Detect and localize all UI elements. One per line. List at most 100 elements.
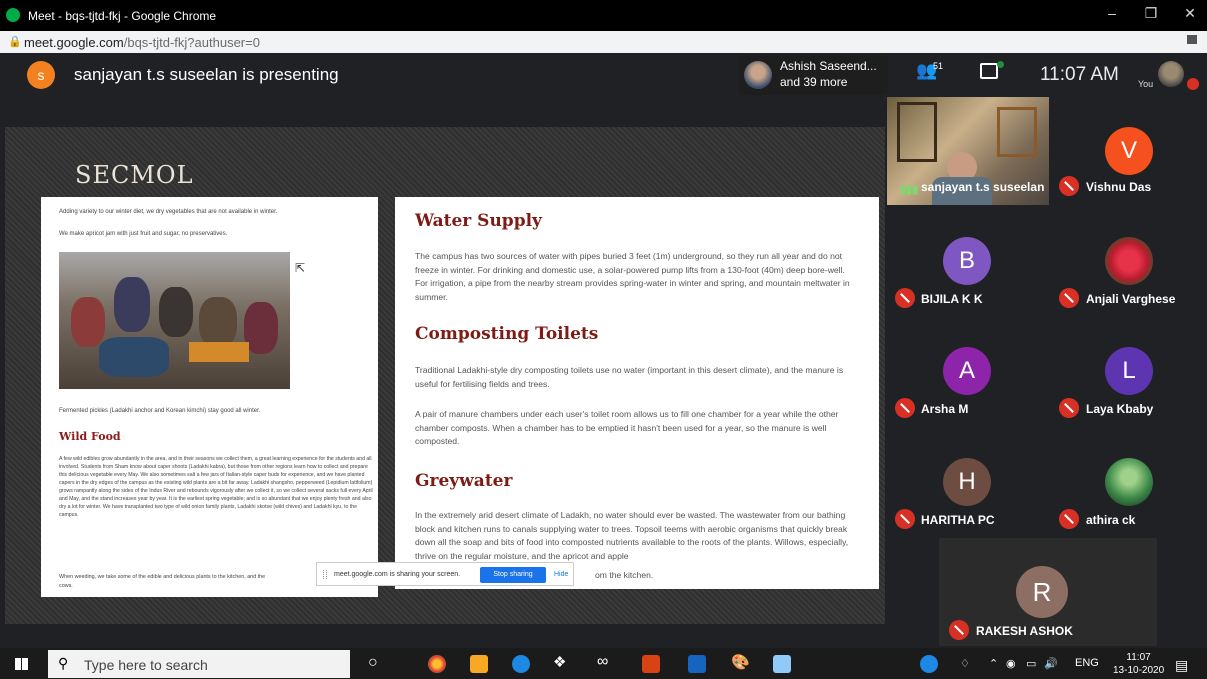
notification-icon[interactable]: ▤	[1175, 657, 1188, 674]
participant-name: Anjali Varghese	[1086, 292, 1176, 306]
network-icon[interactable]: ◉	[1006, 657, 1016, 670]
minimize-button[interactable]: –	[1097, 5, 1127, 25]
shared-screen: SECMOL Adding variety to our winter diet…	[5, 127, 885, 624]
remote-desktop-icon[interactable]	[773, 655, 791, 673]
water-supply-body: The campus has two sources of water with…	[415, 251, 850, 302]
edge-icon[interactable]	[512, 655, 530, 673]
participant-name: athira ck	[1086, 513, 1136, 527]
greywater-heading: Greywater	[415, 471, 513, 491]
left-line1: Adding variety to our winter diet, we dr…	[59, 209, 278, 215]
mic-off-icon	[895, 509, 915, 529]
search-placeholder: Type here to search	[84, 657, 208, 673]
participant-name: Arsha M	[921, 402, 969, 416]
composting-toilets-heading: Composting Toilets	[415, 324, 599, 344]
drag-handle-icon[interactable]	[323, 570, 327, 579]
people-count: 51	[933, 61, 944, 71]
windows-taskbar: ⚲ Type here to search ○ ❖ ∞ 🎨 ♢ ⌃ ◉ ▭ 🔊 …	[0, 648, 1207, 679]
meeting-clock: 11:07 AM	[1040, 64, 1119, 85]
photo-caption: Fermented pickles (Ladakhi anchor and Ko…	[59, 408, 261, 414]
weeding-end: cows.	[59, 583, 73, 589]
left-line2: We make apricot jam with just fruit and …	[59, 231, 228, 237]
mic-off-icon	[949, 620, 969, 640]
stop-sharing-button[interactable]: Stop sharing	[480, 567, 546, 583]
meet-top-bar: s sanjayan t.s suseelan is presenting As…	[0, 53, 1207, 97]
powerpoint-icon[interactable]	[642, 655, 660, 673]
battery-icon[interactable]: ▭	[1026, 657, 1036, 670]
water-supply-heading: Water Supply	[415, 211, 542, 231]
participant-avatar: V	[1105, 127, 1153, 175]
hide-button[interactable]: Hide	[554, 571, 568, 578]
windows-start-icon[interactable]	[15, 658, 28, 670]
greywater-body-end: om the kitchen.	[595, 570, 654, 580]
url-text[interactable]: meet.google.com/bqs-tjtd-fkj?authuser=0	[24, 35, 260, 50]
paint-icon[interactable]: 🎨	[731, 653, 750, 671]
joined-avatar	[744, 61, 772, 89]
mic-off-icon	[1187, 78, 1199, 90]
cortana-icon[interactable]: ○	[368, 654, 378, 672]
participant-avatar: H	[943, 458, 991, 506]
help-icon[interactable]	[920, 655, 938, 673]
mic-off-icon	[895, 398, 915, 418]
mic-off-icon	[1059, 288, 1079, 308]
chat-icon[interactable]	[980, 63, 998, 79]
composting-toilets-body2: A pair of manure chambers under each use…	[415, 409, 839, 446]
meet-app-icon	[6, 8, 20, 22]
participant-avatar: R	[1016, 566, 1068, 618]
taskbar-time: 11:07	[1126, 652, 1151, 663]
camera-icon[interactable]	[1187, 35, 1197, 44]
chrome-icon[interactable]	[428, 655, 446, 673]
participant-photo-rose	[1105, 237, 1153, 285]
language-indicator[interactable]: ENG	[1075, 657, 1099, 669]
slide-brand: SECMOL	[75, 161, 194, 189]
search-icon: ⚲	[58, 655, 69, 671]
mic-off-icon	[895, 288, 915, 308]
window-title: Meet - bqs-tjtd-fkj - Google Chrome	[28, 9, 217, 23]
url-host: meet.google.com	[24, 35, 124, 50]
participant-name: RAKESH ASHOK	[976, 624, 1073, 638]
weeding-line: When weeding, we take some of the edible…	[59, 574, 266, 580]
people-tray-icon[interactable]: ♢	[960, 657, 970, 670]
close-button[interactable]: ✕	[1175, 5, 1205, 25]
dropbox-icon[interactable]: ❖	[553, 653, 566, 671]
participant-photo-nature	[1105, 458, 1153, 506]
participant-name: HARITHA PC	[921, 513, 995, 527]
share-message: meet.google.com is sharing your screen.	[334, 571, 461, 578]
joined-more: and 39 more	[780, 75, 848, 89]
participant-name: sanjayan t.s suseelan	[921, 180, 1045, 194]
you-avatar[interactable]	[1158, 61, 1184, 87]
infinity-app-icon[interactable]: ∞	[597, 653, 608, 671]
left-page: Adding variety to our winter diet, we dr…	[41, 197, 378, 597]
audio-level-icon: ▮▮▮	[900, 184, 919, 196]
you-label: You	[1138, 79, 1154, 89]
presenter-avatar: s	[27, 61, 55, 89]
presenting-label: sanjayan t.s suseelan is presenting	[74, 65, 339, 84]
participant-name: BIJILA K K	[921, 292, 983, 306]
volume-icon[interactable]: 🔊	[1044, 657, 1058, 670]
url-path: /bqs-tjtd-fkj?authuser=0	[123, 35, 260, 50]
greywater-body: In the extremely arid desert climate of …	[415, 510, 849, 561]
mic-off-icon	[1059, 398, 1079, 418]
chat-notification-dot	[997, 61, 1004, 68]
pickles-photo	[59, 252, 290, 389]
word-icon[interactable]	[688, 655, 706, 673]
mic-off-icon	[1059, 176, 1079, 196]
screen-share-bar: meet.google.com is sharing your screen. …	[316, 562, 574, 586]
taskbar-search[interactable]: ⚲ Type here to search	[48, 650, 350, 678]
taskbar-clock[interactable]: 11:07 13-10-2020	[1113, 651, 1164, 677]
lock-icon: 🔒	[8, 36, 22, 48]
file-explorer-icon[interactable]	[470, 655, 488, 673]
joined-name: Ashish Saseend...	[780, 59, 877, 73]
mic-off-icon	[1059, 509, 1079, 529]
address-bar[interactable]: 🔒 meet.google.com/bqs-tjtd-fkj?authuser=…	[0, 31, 1207, 53]
joined-notification[interactable]: Ashish Saseend... and 39 more	[738, 55, 888, 95]
restore-button[interactable]: ❐	[1136, 5, 1166, 25]
composting-toilets-body1: Traditional Ladakhi-style dry composting…	[415, 365, 844, 389]
participant-name: Vishnu Das	[1086, 180, 1152, 194]
wild-food-body: A few wild edibles grow abundantly in th…	[59, 456, 373, 518]
mouse-cursor-icon: ⇱	[295, 261, 306, 275]
right-page: Water Supply The campus has two sources …	[395, 197, 879, 589]
participant-name: Laya Kbaby	[1086, 402, 1154, 416]
wild-food-heading: Wild Food	[59, 430, 121, 443]
show-hidden-icons[interactable]: ⌃	[989, 657, 998, 670]
title-bar: Meet - bqs-tjtd-fkj - Google Chrome – ❐ …	[0, 0, 1207, 31]
